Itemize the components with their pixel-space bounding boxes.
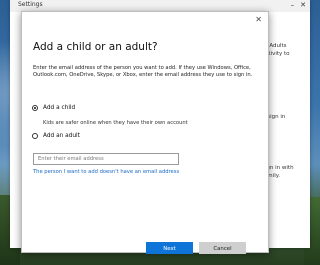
radio-add-adult[interactable]: Add an adult: [32, 133, 80, 139]
child-hint-text: Kids are safer online when they have the…: [43, 120, 188, 126]
dialog-close-icon[interactable]: ✕: [255, 15, 262, 25]
radio-label-add-child: Add a child: [43, 105, 76, 111]
cancel-button[interactable]: Cancel: [199, 242, 246, 254]
email-input[interactable]: [33, 153, 179, 165]
settings-title: Settings: [18, 1, 43, 8]
minimize-icon[interactable]: –: [291, 1, 295, 9]
no-email-link[interactable]: The person I want to add doesn't have an…: [33, 169, 179, 175]
radio-label-add-adult: Add an adult: [43, 133, 80, 139]
radio-button-unchecked-icon[interactable]: [32, 133, 38, 139]
next-button[interactable]: Next: [146, 242, 193, 254]
add-family-member-dialog: ✕ Add a child or an adult? Enter the ema…: [21, 11, 269, 254]
radio-add-child[interactable]: Add a child: [32, 105, 75, 111]
settings-window-controls: – ✕: [291, 1, 306, 9]
close-icon[interactable]: ✕: [300, 1, 306, 9]
dialog-title: Add a child or an adult?: [33, 41, 158, 53]
dialog-description: Enter the email address of the person yo…: [33, 65, 253, 79]
radio-button-checked-icon[interactable]: [32, 105, 38, 111]
